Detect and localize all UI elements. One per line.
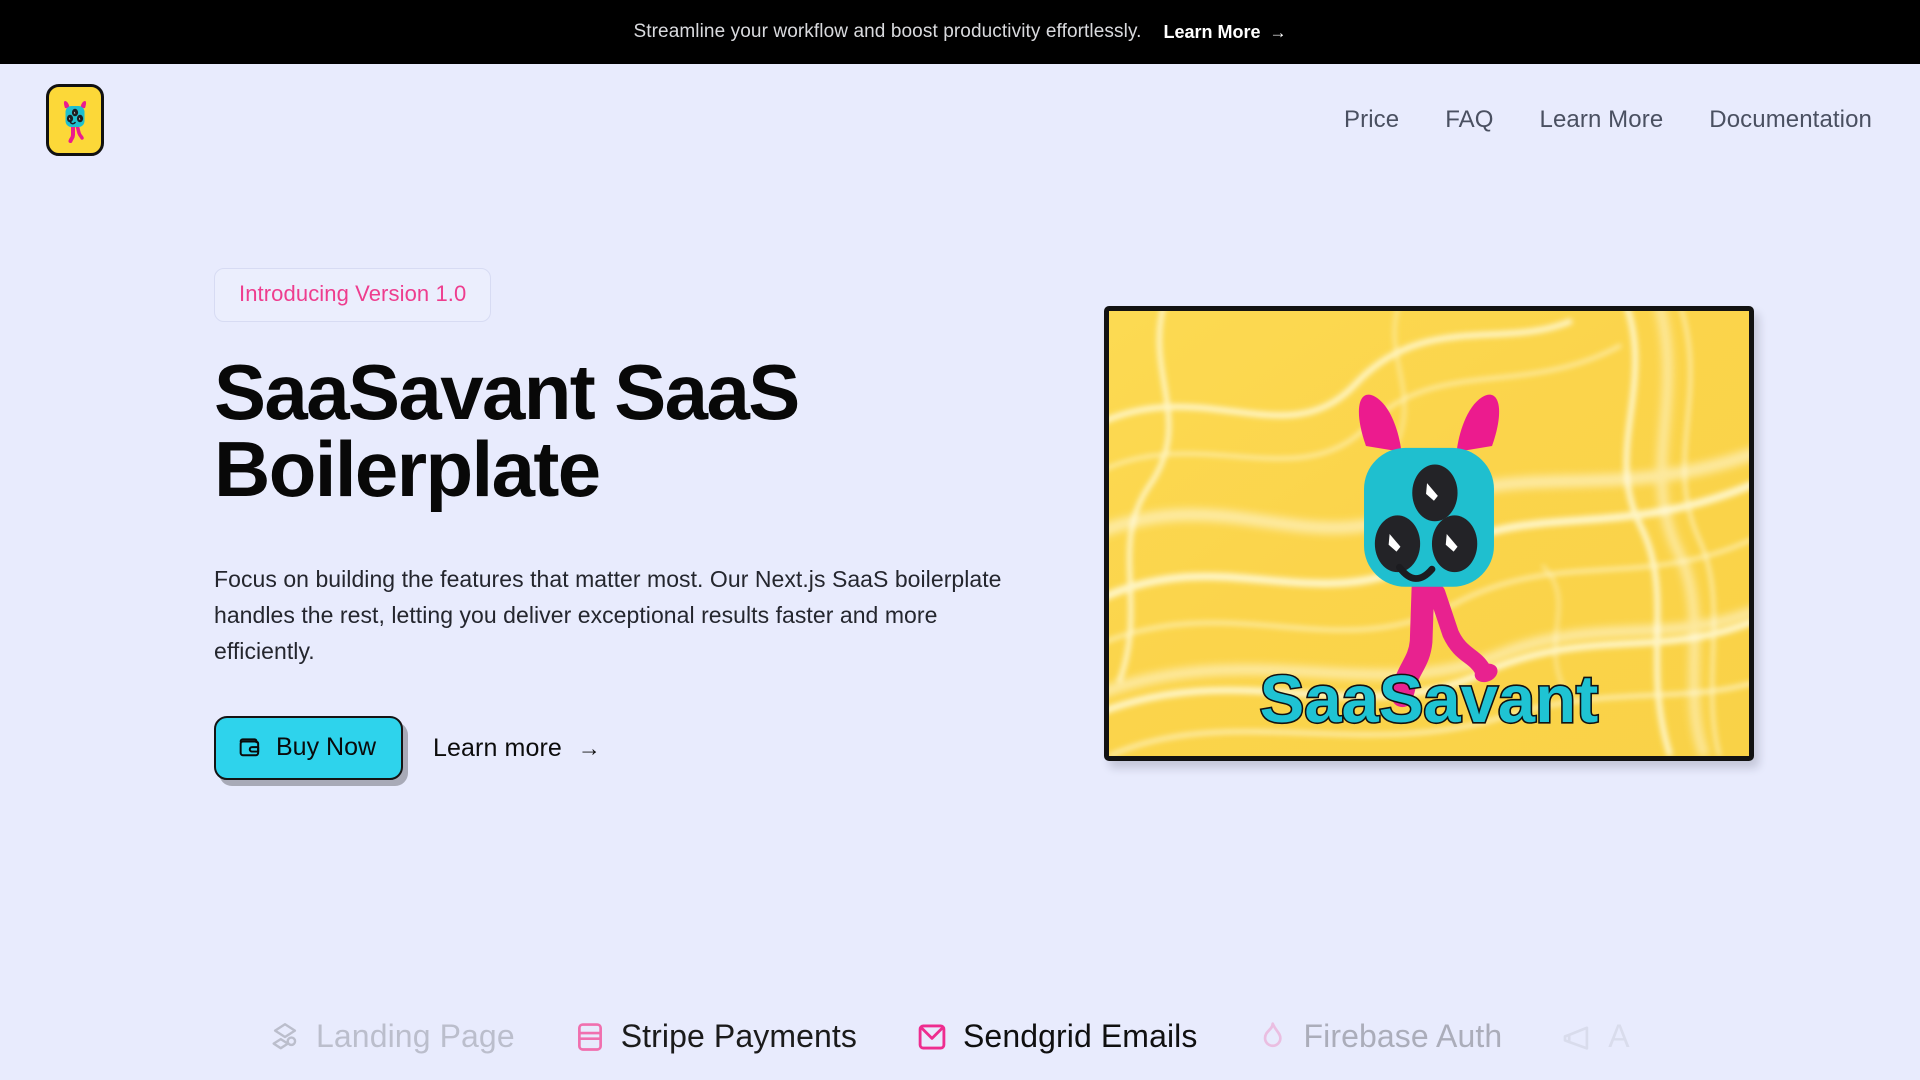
hero-actions: Buy Now Learn more →: [214, 716, 1044, 781]
credit-card-icon: [577, 1022, 602, 1051]
version-badge[interactable]: Introducing Version 1.0: [214, 268, 492, 322]
nav-item-learn-more[interactable]: Learn More: [1540, 106, 1664, 134]
feature-marquee: Landing Page Stripe Payments Sendgrid Em…: [0, 1018, 1920, 1055]
nav-item-faq[interactable]: FAQ: [1445, 106, 1493, 134]
hero-product-image: SaaSavant: [1104, 306, 1754, 761]
feature-label: Sendgrid Emails: [962, 1018, 1198, 1054]
announcement-learn-more-label: Learn More: [1163, 21, 1261, 42]
feature-item-announcements[interactable]: A: [1560, 1018, 1630, 1055]
main-navigation: Price FAQ Learn More Documentation: [1344, 106, 1872, 134]
arrow-right-icon: →: [1269, 22, 1287, 42]
site-header: Price FAQ Learn More Documentation: [0, 64, 1920, 176]
feature-label: Firebase Auth: [1303, 1018, 1503, 1054]
feature-label: A: [1608, 1018, 1630, 1054]
megaphone-icon: [1563, 1025, 1589, 1050]
arrow-right-icon: →: [577, 734, 602, 761]
hero-description: Focus on building the features that matt…: [214, 566, 1002, 664]
monster-logo-icon: [63, 101, 87, 143]
announcement-bar: Streamline your workflow and boost produ…: [0, 0, 1920, 64]
saasavant-logo[interactable]: [46, 84, 104, 156]
announcement-message: Streamline your workflow and boost produ…: [633, 21, 1142, 42]
feature-item-landing-page[interactable]: Landing Page: [268, 1018, 515, 1055]
nav-item-price[interactable]: Price: [1344, 106, 1399, 134]
feature-item-stripe-payments[interactable]: Stripe Payments: [573, 1018, 857, 1055]
buy-now-label: Buy Now: [276, 733, 377, 762]
hero-section: Introducing Version 1.0 SaaSavant SaaS B…: [0, 176, 1920, 781]
page-title: SaaSavant SaaS Boilerplate: [214, 348, 800, 514]
landing-page-icon: [272, 1022, 297, 1049]
hero-image-caption: SaaSavant: [1260, 663, 1599, 737]
flame-icon: [1264, 1021, 1283, 1047]
hero-content: Introducing Version 1.0 SaaSavant SaaS B…: [214, 244, 1044, 781]
hero-learn-more-link[interactable]: Learn more →: [433, 734, 601, 763]
saasavant-mascot-artwork: SaaSavant: [1109, 311, 1749, 756]
announcement-learn-more-link[interactable]: Learn More →: [1164, 22, 1287, 43]
envelope-icon: [918, 1024, 946, 1049]
feature-label: Stripe Payments: [620, 1018, 857, 1054]
hero-learn-more-label: Learn more: [433, 733, 562, 762]
buy-now-button[interactable]: Buy Now: [214, 716, 404, 781]
feature-item-sendgrid-emails[interactable]: Sendgrid Emails: [915, 1018, 1198, 1055]
wallet-icon: [239, 738, 260, 757]
feature-item-firebase-auth[interactable]: Firebase Auth: [1255, 1018, 1502, 1055]
feature-label: Landing Page: [316, 1018, 515, 1054]
hero-image-container: SaaSavant: [1104, 244, 1754, 761]
nav-item-documentation[interactable]: Documentation: [1709, 106, 1872, 134]
